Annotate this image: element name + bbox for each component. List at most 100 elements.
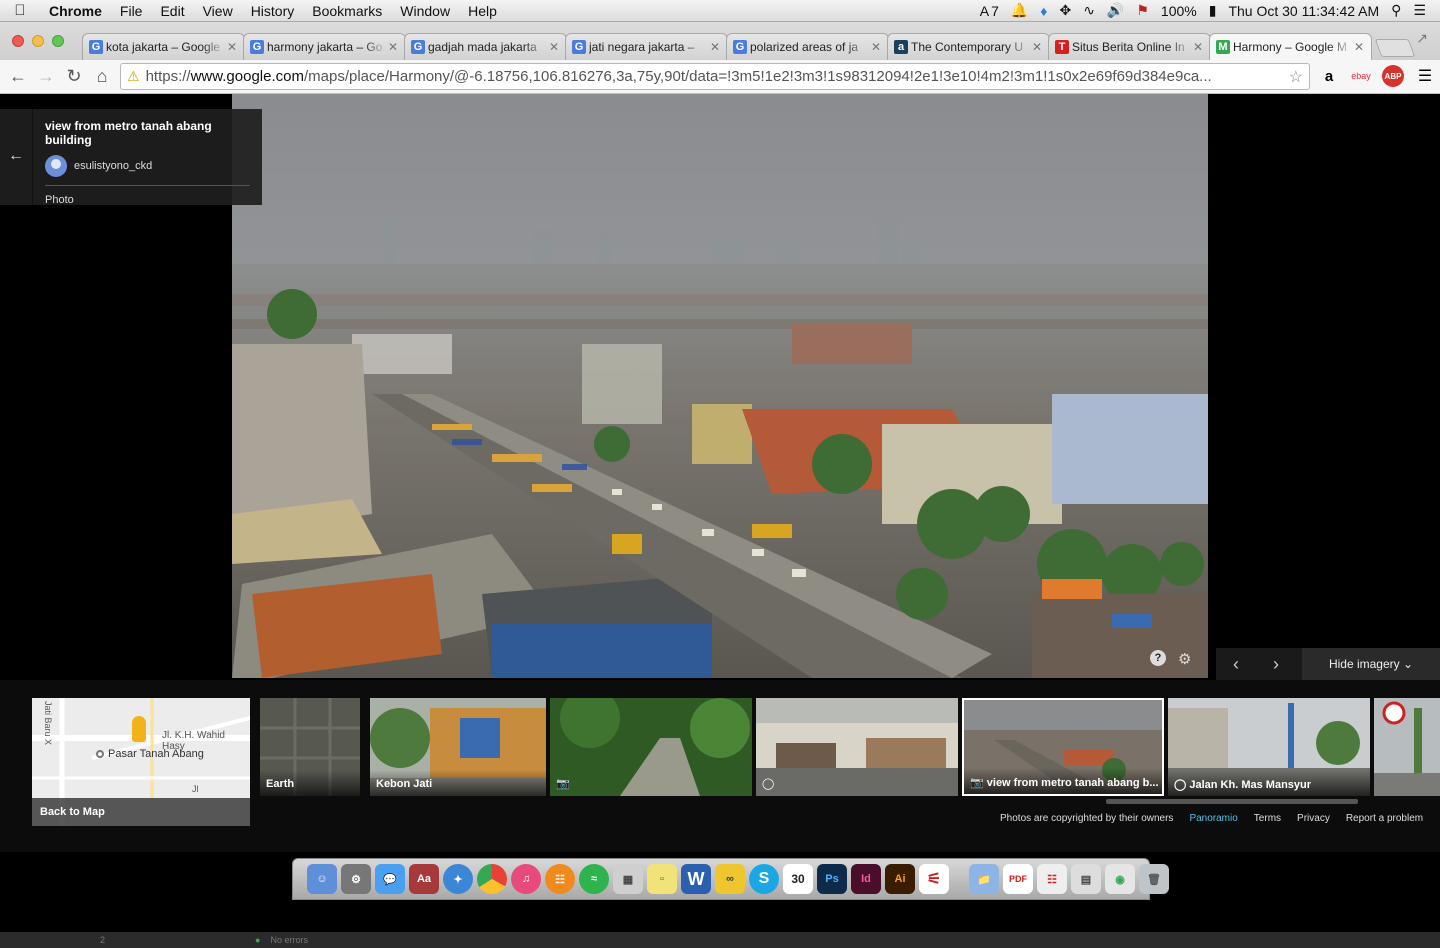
- browser-tab[interactable]: a The Contemporary U ✕: [887, 33, 1050, 60]
- author-name[interactable]: esulistyono_ckd: [74, 160, 152, 172]
- tab-close-icon[interactable]: ✕: [387, 40, 399, 54]
- page-number[interactable]: 2: [100, 935, 105, 945]
- flag-icon[interactable]: ⚑: [1136, 2, 1149, 19]
- main-photo[interactable]: [232, 94, 1208, 678]
- move-icon[interactable]: ✥: [1059, 2, 1071, 19]
- system-preferences-icon[interactable]: ⚙: [341, 864, 371, 894]
- volume-icon[interactable]: 🔊: [1107, 2, 1124, 19]
- browser-tab[interactable]: T Situs Berita Online In ✕: [1048, 33, 1211, 60]
- minimap[interactable]: Jl. K.H. Wahid Hasy Pasar Tanah Abang Ja…: [32, 698, 250, 826]
- itunes-icon[interactable]: ♫: [511, 864, 541, 894]
- new-tab-button[interactable]: [1374, 39, 1416, 57]
- thumb-metro-tanah-abang[interactable]: 📷 view from metro tanah abang b...: [962, 698, 1164, 796]
- menu-view[interactable]: View: [194, 3, 242, 19]
- avatar[interactable]: [45, 155, 67, 177]
- panoramio-link[interactable]: Panoramio: [1189, 813, 1237, 824]
- trash-icon[interactable]: 🗑: [1139, 864, 1169, 894]
- menu-window[interactable]: Window: [391, 3, 459, 19]
- amazon-extension-icon[interactable]: a: [1318, 65, 1340, 87]
- strip-scrollbar[interactable]: [1106, 799, 1358, 804]
- browser-tab[interactable]: Gjati negara jakarta – ✕: [565, 33, 728, 60]
- wifi-icon[interactable]: ∿: [1083, 2, 1095, 19]
- menu-history[interactable]: History: [242, 3, 304, 19]
- browser-tab[interactable]: Gpolarized areas of ja ✕: [726, 33, 889, 60]
- fullscreen-icon[interactable]: ↗: [1416, 30, 1428, 47]
- previous-photo-button[interactable]: ‹: [1216, 654, 1256, 675]
- photoshop-icon[interactable]: Ps: [817, 864, 847, 894]
- menu-bookmarks[interactable]: Bookmarks: [303, 3, 391, 19]
- menu-app-name[interactable]: Chrome: [40, 3, 111, 19]
- zoom-window-button[interactable]: [52, 35, 64, 47]
- browser-tab[interactable]: Gkota jakarta – Google ✕: [82, 33, 245, 60]
- warning-lock-icon[interactable]: ⚠: [127, 68, 140, 85]
- tab-close-icon[interactable]: ✕: [1353, 40, 1365, 54]
- gear-icon[interactable]: ⚙: [1178, 650, 1191, 668]
- address-bar[interactable]: ⚠ https://www.google.com/maps/place/Harm…: [120, 63, 1310, 90]
- skype-icon[interactable]: S: [749, 864, 779, 894]
- menubar-clock[interactable]: Thu Oct 30 11:34:42 AM: [1228, 3, 1379, 19]
- privacy-link[interactable]: Privacy: [1297, 813, 1330, 824]
- close-window-button[interactable]: [12, 35, 24, 47]
- terms-link[interactable]: Terms: [1254, 813, 1281, 824]
- folder-icon[interactable]: 📁: [969, 864, 999, 894]
- tab-close-icon[interactable]: ✕: [1031, 40, 1043, 54]
- report-problem-link[interactable]: Report a problem: [1346, 813, 1423, 824]
- thumb-street-sign[interactable]: [1374, 698, 1440, 796]
- home-button[interactable]: ⌂: [88, 66, 116, 87]
- menu-help[interactable]: Help: [459, 3, 506, 19]
- tab-close-icon[interactable]: ✕: [1192, 40, 1204, 54]
- acrobat-icon[interactable]: ⚟: [919, 864, 949, 894]
- apple-icon[interactable]: : [0, 2, 40, 19]
- pegman-icon[interactable]: [132, 716, 146, 742]
- tab-close-icon[interactable]: ✕: [709, 40, 721, 54]
- menu-file[interactable]: File: [111, 3, 152, 19]
- unison-icon[interactable]: ∞: [715, 864, 745, 894]
- notification-bell-icon[interactable]: 🔔: [1011, 2, 1028, 19]
- document-stack-icon[interactable]: ▤: [1071, 864, 1101, 894]
- spotlight-search-icon[interactable]: ⚲: [1391, 2, 1401, 19]
- next-photo-button[interactable]: ›: [1256, 654, 1296, 675]
- ebay-extension-icon[interactable]: ebay: [1350, 65, 1372, 87]
- menu-edit[interactable]: Edit: [151, 3, 193, 19]
- forward-button[interactable]: →: [32, 66, 60, 87]
- stickies-icon[interactable]: ▫: [647, 864, 677, 894]
- chrome-app-stack-icon[interactable]: ◉: [1105, 864, 1135, 894]
- tab-close-icon[interactable]: ✕: [226, 40, 238, 54]
- photo-author[interactable]: esulistyono_ckd: [45, 155, 250, 177]
- back-button[interactable]: ←: [4, 66, 32, 87]
- thumb-kebon-jati[interactable]: Kebon Jati: [370, 698, 546, 796]
- tab-close-icon[interactable]: ✕: [548, 40, 560, 54]
- word-icon[interactable]: W: [681, 864, 711, 894]
- minimize-window-button[interactable]: [32, 35, 44, 47]
- illustrator-icon[interactable]: Ai: [885, 864, 915, 894]
- thumb-jalan-mas-mansyur[interactable]: ◯ Jalan Kh. Mas Mansyur: [1168, 698, 1370, 796]
- notification-center-icon[interactable]: ☰: [1413, 2, 1426, 19]
- dictionary-icon[interactable]: Aa: [409, 864, 439, 894]
- thumb-garden-path[interactable]: 📷: [550, 698, 752, 796]
- thumb-earth[interactable]: Earth: [260, 698, 360, 796]
- messages-icon[interactable]: 💬: [375, 864, 405, 894]
- browser-tab[interactable]: M Harmony – Google M ✕: [1209, 33, 1372, 60]
- reload-button[interactable]: ↻: [60, 66, 88, 87]
- adobe-icon[interactable]: A: [980, 3, 989, 19]
- battery-icon[interactable]: ▮: [1209, 2, 1217, 19]
- browser-tab[interactable]: Ggadjah mada jakarta ✕: [404, 33, 567, 60]
- bookmark-star-icon[interactable]: ☆: [1288, 66, 1303, 87]
- battery-percent[interactable]: 100%: [1161, 3, 1197, 19]
- chrome-menu-icon[interactable]: ☰: [1414, 65, 1436, 87]
- dropbox-icon[interactable]: ♦: [1040, 3, 1047, 19]
- safari-icon[interactable]: ✦: [443, 864, 473, 894]
- back-arrow-icon[interactable]: ←: [8, 147, 24, 165]
- indesign-icon[interactable]: Id: [851, 864, 881, 894]
- calculator-icon[interactable]: ▦: [613, 864, 643, 894]
- adblock-plus-icon[interactable]: ABP: [1382, 65, 1404, 87]
- pdf-document-icon[interactable]: PDF: [1003, 864, 1033, 894]
- ibooks-icon[interactable]: ☷: [545, 864, 575, 894]
- chrome-icon[interactable]: [477, 864, 507, 894]
- spotify-icon[interactable]: ≈: [579, 864, 609, 894]
- back-to-map-label[interactable]: Back to Map: [32, 798, 250, 826]
- browser-tab[interactable]: Gharmony jakarta – Go ✕: [243, 33, 406, 60]
- thumb-street-shops[interactable]: ◯: [756, 698, 958, 796]
- hide-imagery-button[interactable]: Hide imagery ⌄: [1302, 648, 1440, 680]
- calendar-icon[interactable]: 30: [783, 864, 813, 894]
